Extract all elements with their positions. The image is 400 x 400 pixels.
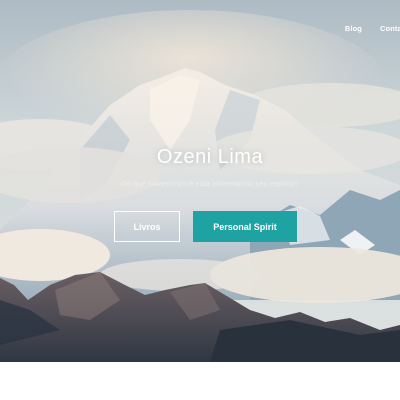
personal-spirit-button-label: Personal Spirit	[213, 221, 277, 232]
hero-subtitle: De que maneira você está alimentando seu…	[121, 179, 299, 188]
personal-spirit-button[interactable]: Personal Spirit	[193, 211, 297, 242]
livros-button-label: Livros	[133, 221, 161, 232]
livros-button[interactable]: Livros	[114, 211, 180, 242]
nav-link-blog[interactable]: Blog	[345, 24, 362, 33]
page-bottom-space	[0, 362, 400, 400]
hero-title: Ozeni Lima	[156, 146, 264, 168]
top-navigation: Blog Contato	[0, 24, 400, 36]
nav-link-contato[interactable]: Contato	[380, 24, 400, 33]
hero-section: Blog Contato Ozeni Lima De que maneira v…	[0, 0, 400, 362]
